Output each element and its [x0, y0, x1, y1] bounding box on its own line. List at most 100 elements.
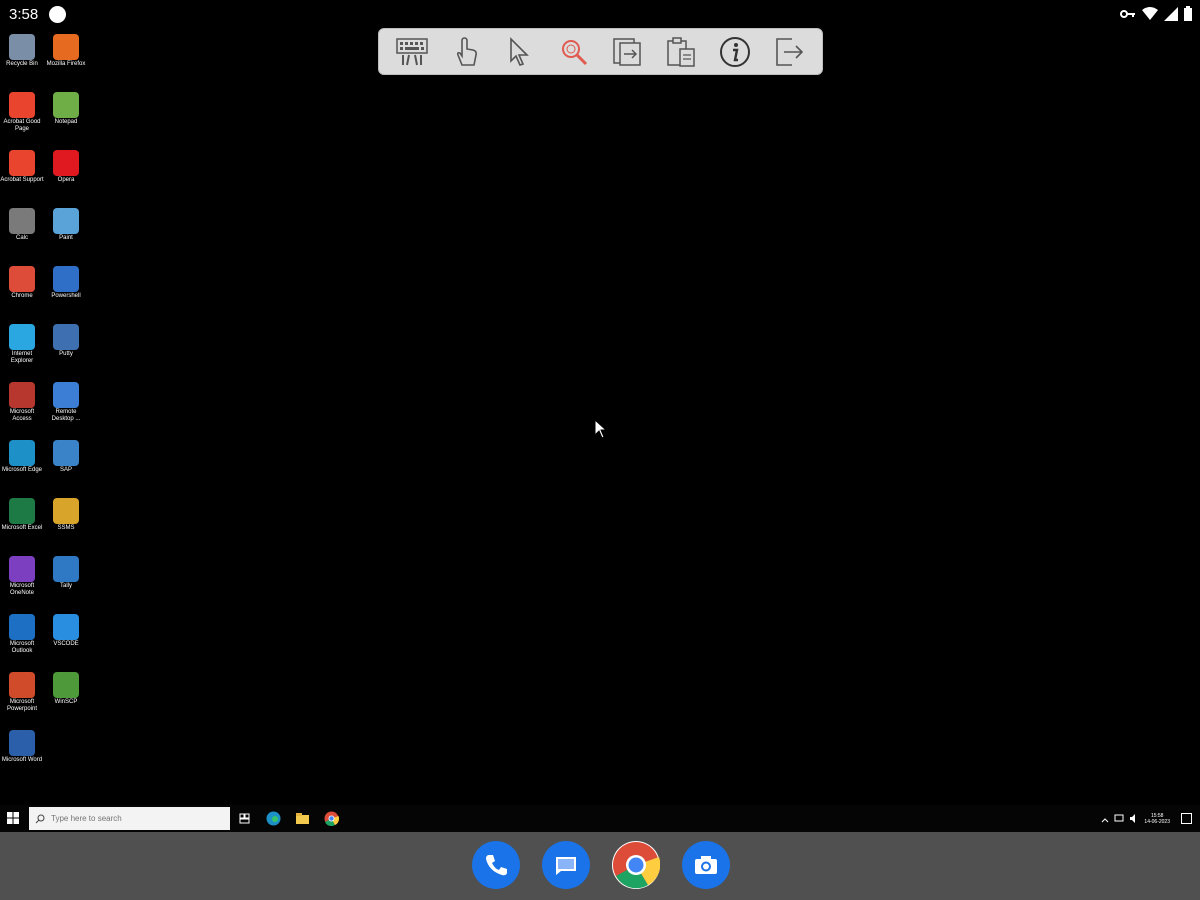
desktop-icon-chrome[interactable]: Chrome	[0, 262, 44, 316]
desktop-icon-excel[interactable]: Microsoft Excel	[0, 494, 44, 548]
sap-icon	[53, 440, 79, 466]
cell-signal-icon	[1164, 6, 1178, 26]
magnifier-icon	[561, 39, 587, 65]
ctrl-alt-del-icon	[613, 37, 642, 66]
windows-taskbar: 15:58 14-06-2023	[0, 805, 1200, 832]
clock-date: 14-06-2023	[1144, 818, 1170, 825]
info-icon	[720, 36, 751, 67]
desktop-icon-label: Powershell	[51, 293, 81, 299]
paint-icon	[53, 208, 79, 234]
desktop-icon-label: Paint	[59, 235, 73, 241]
desktop-icon-putty[interactable]: Putty	[44, 320, 88, 374]
desktop-icon-acrobat[interactable]: Acrobat Support	[0, 146, 44, 200]
desktop-icon-label: SAP	[59, 467, 72, 473]
desktop-icon-label: VSCODE	[53, 641, 79, 647]
desktop-icon-internet-explorer[interactable]: Internet Explorer	[0, 320, 44, 374]
exit-button[interactable]	[768, 32, 810, 72]
android-status-bar: 3:58	[0, 0, 1200, 30]
search-icon	[35, 814, 45, 823]
zoom-button[interactable]	[553, 32, 595, 72]
cursor-arrow-icon	[509, 36, 529, 66]
phone-app-button[interactable]	[472, 841, 520, 889]
powerpoint-icon	[9, 672, 35, 698]
edge-icon[interactable]	[266, 811, 281, 826]
desktop-icon-winscp[interactable]: WinSCP	[44, 668, 88, 722]
desktop-icon-onenote[interactable]: Microsoft OneNote	[0, 552, 44, 606]
desktop-icon-recycle-bin[interactable]: Recycle Bin	[0, 30, 44, 84]
desktop-icon-ssms[interactable]: SSMS	[44, 494, 88, 548]
remote-desktop-icon	[53, 382, 79, 408]
hand-pointer-icon	[456, 36, 477, 66]
network-icon[interactable]	[1114, 810, 1124, 828]
desktop-icon-access[interactable]: Microsoft Access	[0, 378, 44, 432]
chevron-up-icon[interactable]	[1101, 810, 1109, 828]
taskbar-clock[interactable]: 15:58 14-06-2023	[1144, 813, 1170, 825]
desktop-icon-firefox[interactable]: Mozilla Firefox	[44, 30, 88, 84]
word-icon	[9, 730, 35, 756]
desktop-icon-label: SSMS	[57, 525, 75, 531]
remote-toolbar	[378, 28, 823, 75]
desktop-icon-powershell[interactable]: Powershell	[44, 262, 88, 316]
desktop-icon-label: WinSCP	[54, 699, 78, 705]
touch-button[interactable]	[445, 32, 487, 72]
taskbar-search[interactable]	[29, 807, 230, 830]
desktop-icon-tally[interactable]: Tally	[44, 552, 88, 606]
windows-start-icon[interactable]	[7, 812, 19, 824]
desktop-icon-label: Microsoft OneNote	[9, 583, 35, 596]
notification-dot-icon	[49, 6, 66, 23]
recycle-bin-icon	[9, 34, 35, 60]
camera-icon	[695, 856, 717, 874]
acrobat-icon	[9, 92, 35, 118]
internet-explorer-icon	[9, 324, 35, 350]
android-dock	[0, 832, 1200, 900]
excel-icon	[9, 498, 35, 524]
desktop-icon-remote-desktop[interactable]: Remote Desktop ...	[44, 378, 88, 432]
desktop-icon-label: Opera	[57, 177, 75, 183]
desktop-icon-vscode[interactable]: VSCODE	[44, 610, 88, 664]
messages-app-button[interactable]	[542, 841, 590, 889]
desktop-icon-acrobat[interactable]: Acrobat Good Page	[0, 88, 44, 142]
system-tray: 15:58 14-06-2023	[1101, 805, 1200, 832]
volume-icon[interactable]	[1129, 810, 1139, 828]
desktop-icon-outlook[interactable]: Microsoft Outlook	[0, 610, 44, 664]
clipboard-button[interactable]	[660, 32, 702, 72]
desktop-icon-label: Microsoft Excel	[1, 525, 43, 531]
desktop-icon-label: Microsoft Edge	[1, 467, 43, 473]
desktop-icon-label: Remote Desktop ...	[51, 409, 81, 422]
status-icons	[1120, 6, 1192, 26]
desktop-icon-label: Recycle Bin	[6, 61, 38, 67]
desktop-icon-paint[interactable]: Paint	[44, 204, 88, 258]
desktop-icon-edge[interactable]: Microsoft Edge	[0, 436, 44, 490]
desktop-icon-label: Chrome	[11, 293, 33, 299]
keyboard-button[interactable]	[391, 32, 433, 72]
exit-icon	[776, 37, 804, 66]
camera-app-button[interactable]	[682, 841, 730, 889]
ssms-icon	[53, 498, 79, 524]
desktop-icon-opera[interactable]: Opera	[44, 146, 88, 200]
desktop-icon-label: Calc	[15, 235, 28, 241]
taskbar-search-input[interactable]	[51, 814, 211, 823]
task-view-icon[interactable]	[237, 811, 252, 826]
desktop-icon-label: Microsoft Outlook	[9, 641, 35, 654]
chrome-icon	[9, 266, 35, 292]
desktop-icon-word[interactable]: Microsoft Word	[0, 726, 44, 780]
notepad-icon	[53, 92, 79, 118]
desktop-icon-sap[interactable]: SAP	[44, 436, 88, 490]
notification-center-icon[interactable]	[1181, 813, 1192, 824]
winscp-icon	[53, 672, 79, 698]
chrome-app-button[interactable]	[612, 841, 660, 889]
info-button[interactable]	[714, 32, 756, 72]
chrome-icon[interactable]	[324, 811, 339, 826]
file-explorer-icon[interactable]	[295, 811, 310, 826]
desktop-icon-label: Acrobat Good Page	[3, 119, 41, 132]
desktop-icon-notepad[interactable]: Notepad	[44, 88, 88, 142]
desktop-icon-calculator[interactable]: Calc	[0, 204, 44, 258]
desktop-icon-label: Putty	[59, 351, 73, 357]
putty-icon	[53, 324, 79, 350]
special-keys-button[interactable]	[606, 32, 648, 72]
desktop-icon-powerpoint[interactable]: Microsoft Powerpoint	[0, 668, 44, 722]
acrobat-icon	[9, 150, 35, 176]
desktop-icon-label: Acrobat Support	[0, 177, 44, 183]
keyboard-icon	[396, 37, 428, 65]
mouse-button[interactable]	[499, 32, 541, 72]
